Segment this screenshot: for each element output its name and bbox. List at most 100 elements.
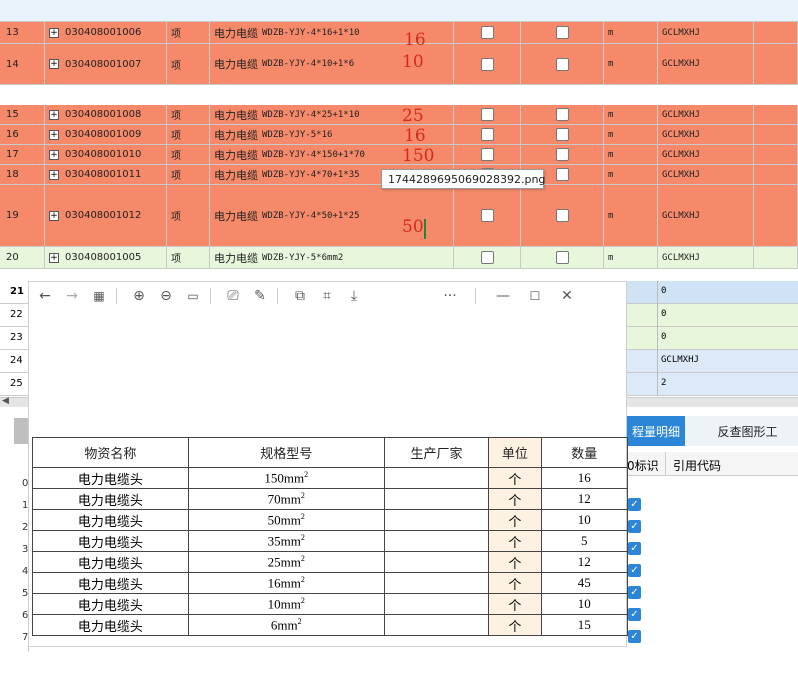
checkbox-a[interactable] [454,125,521,144]
item-unit: 项 [167,44,210,84]
expand-icon[interactable]: + [49,27,59,38]
checkbox-a[interactable] [454,145,521,164]
checkbox[interactable] [480,128,494,141]
table-row: 电力电缆头 35mm2 个 5 [32,530,629,552]
item-code: +030408001006 [45,22,167,43]
copy-icon[interactable]: ⧉ [289,285,311,307]
checked-checkbox[interactable]: ✓ [628,498,641,511]
checked-checkbox[interactable]: ✓ [628,564,641,577]
checkbox[interactable] [555,168,569,181]
material-qty: 5 [540,530,629,552]
table-row[interactable]: 0 [627,304,798,327]
table-row[interactable]: 13 +030408001006 项电力电缆 WDZB-YJY-4*16+1*10 m G… [0,22,798,44]
expand-icon[interactable]: + [49,129,59,140]
table-row[interactable]: 0 [627,281,798,304]
grid-header-strip [0,0,798,22]
expand-icon[interactable]: + [49,210,59,221]
checkbox-b[interactable] [521,105,604,124]
item-code: +030408001011 [45,165,167,184]
table-row[interactable]: GCLMXHJ [627,350,798,373]
item-code-text: 030408001012 [65,210,142,221]
empty-cell [754,165,798,184]
download-icon[interactable]: ⤓ [343,285,365,307]
table-row[interactable]: 14 +030408001007 项电力电缆 WDZB-YJY-4*10+1*6 m GC… [0,44,798,85]
item-code: +030408001010 [45,145,167,164]
material-qty: 10 [540,593,629,615]
spec-value: 16mm [267,575,301,591]
forward-arrow-icon[interactable]: → [61,285,83,307]
material-qty: 16 [540,467,629,489]
table-row[interactable]: 0 [627,327,798,350]
checkbox[interactable] [480,209,494,222]
spec-superscript: 2 [300,553,305,563]
checkbox[interactable] [480,148,494,161]
empty-cell [754,145,798,164]
tab-reverse-lookup[interactable]: 反查图形工 [697,416,798,446]
expand-icon[interactable]: + [49,59,59,69]
expand-icon[interactable]: + [49,169,59,180]
checkbox-b[interactable] [521,185,604,246]
checkbox-b[interactable] [521,44,604,84]
checked-checkbox[interactable]: ✓ [628,520,641,533]
checkbox-b[interactable] [521,145,604,164]
checked-checkbox[interactable]: ✓ [628,608,641,621]
checkbox-a[interactable] [454,105,521,124]
material-name: 电力电缆头 [32,614,189,636]
expand-icon[interactable]: + [49,252,59,263]
table-row[interactable]: 17 +030408001010 项电力电缆 WDZB-YJY-4*150+1*70 m… [0,145,798,165]
checkbox-a[interactable] [454,44,521,84]
table-row[interactable]: 20 +030408001005 项电力电缆 WDZB-YJY-5*6mm2 m GCLM… [0,247,798,269]
checkbox-a[interactable] [454,247,521,268]
material-name: 电力电缆头 [32,551,189,573]
checkbox[interactable] [555,128,569,141]
expand-icon[interactable]: + [49,109,59,120]
checkbox[interactable] [480,57,494,71]
table-row[interactable]: 19 +030408001012 项电力电缆 WDZB-YJY-4*50+1*25 m G… [0,185,798,247]
rotate-left-icon[interactable]: ⎚ [222,285,244,307]
table-row[interactable]: 16 +030408001009 项电力电缆 WDZB-YJY-5*16 m GCLMXH… [0,125,798,145]
item-name-text: 电力电缆 [214,209,258,223]
ref-code: GCLMXHJ [658,185,754,246]
material-maker [383,530,490,552]
table-row: 电力电缆头 50mm2 个 10 [32,509,629,531]
zoom-in-icon[interactable]: ⊕ [128,285,150,307]
grid-icon[interactable]: ▦ [88,285,110,307]
checkbox[interactable] [555,251,569,264]
checked-checkbox[interactable]: ✓ [628,586,641,599]
checkbox[interactable] [480,251,494,264]
table-row[interactable]: 15 +030408001008 项电力电缆 WDZB-YJY-4*25+1*10 m G… [0,105,798,125]
maximize-icon[interactable]: ☐ [524,285,546,307]
checkbox[interactable] [555,209,569,222]
minimize-icon[interactable]: — [492,285,514,307]
checkbox-a[interactable] [454,185,521,246]
checkbox-b[interactable] [521,125,604,144]
close-icon[interactable]: ✕ [556,285,578,307]
empty-cell [754,22,798,43]
measure-unit: m [604,105,658,124]
scroll-left-icon[interactable]: ◀ [2,396,9,406]
table-row: 电力电缆头 16mm2 个 45 [32,572,629,594]
edit-icon[interactable]: ✎ [249,285,271,307]
checkbox-b[interactable] [521,22,604,43]
tab-quantity-detail[interactable]: 程量明细 [627,416,685,446]
expand-icon[interactable]: + [49,149,59,160]
checkbox[interactable] [480,108,494,121]
zoom-out-icon[interactable]: ⊖ [155,285,177,307]
item-unit: 项 [167,145,210,164]
checkbox-b[interactable] [521,247,604,268]
checkbox[interactable] [555,57,569,71]
checkbox[interactable] [555,148,569,161]
checked-checkbox[interactable]: ✓ [628,630,641,643]
checkbox[interactable] [555,108,569,121]
fit-icon[interactable]: ▭ [182,285,204,307]
checkbox[interactable] [555,26,569,39]
crop-icon[interactable]: ⌗ [316,285,338,307]
more-icon[interactable]: ··· [435,285,465,307]
item-unit: 项 [167,22,210,43]
checked-checkbox[interactable]: ✓ [628,542,641,555]
back-arrow-icon[interactable]: ← [34,285,56,307]
checkbox-a[interactable] [454,22,521,43]
checkbox[interactable] [480,26,494,39]
table-row[interactable]: 2 [627,373,798,396]
material-qty: 45 [540,572,629,594]
